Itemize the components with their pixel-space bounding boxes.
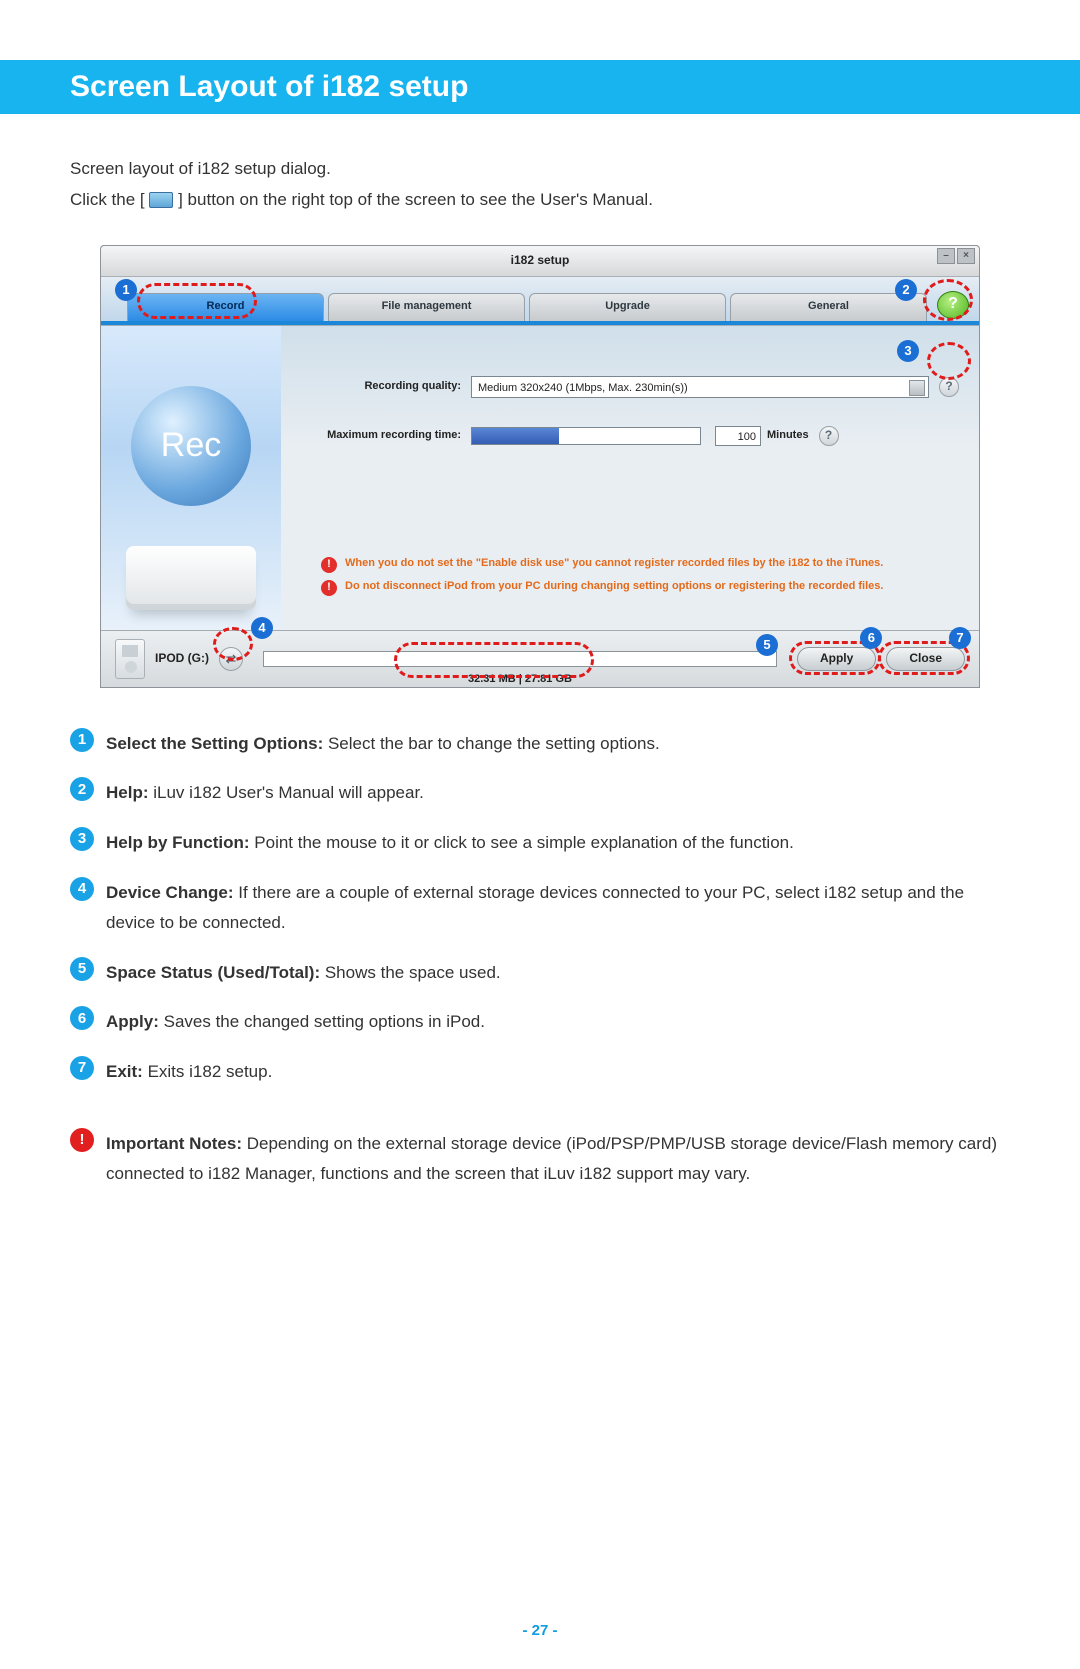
close-button[interactable]: × (957, 248, 975, 264)
legend-4-desc: If there are a couple of external storag… (106, 883, 964, 933)
main-panel: 3 Recording quality: Medium 320x240 (1Mb… (281, 326, 979, 630)
rec-indicator-icon: Rec (131, 386, 251, 506)
max-time-unit: Minutes (767, 426, 809, 446)
space-gauge: 5 32.31 MB | 27.81 GB (263, 651, 777, 667)
warning-2: Do not disconnect iPod from your PC duri… (345, 579, 883, 596)
help-mini-icon (149, 192, 173, 208)
warning-icon: ! (321, 580, 337, 596)
max-time-slider[interactable] (471, 427, 701, 445)
highlight-quality-help (927, 342, 971, 380)
legend-num-3: 3 (70, 827, 94, 851)
legend-3-title: Help by Function: (106, 833, 250, 852)
legend-1-title: Select the Setting Options: (106, 734, 323, 753)
legend-6-title: Apply: (106, 1012, 159, 1031)
legend-num-2: 2 (70, 777, 94, 801)
legend-important-title: Important Notes: (106, 1134, 242, 1153)
section-header: Screen Layout of i182 setup (0, 60, 1080, 114)
highlight-help-button (923, 279, 973, 321)
quality-help-icon[interactable]: ? (939, 377, 959, 397)
callout-3: 3 (897, 340, 919, 362)
legend-4-title: Device Change: (106, 883, 234, 902)
legend-num-6: 6 (70, 1006, 94, 1030)
tab-upgrade[interactable]: Upgrade (529, 293, 726, 321)
callout-6: 6 (860, 627, 882, 649)
intro-line-2a: Click the [ (70, 190, 145, 209)
tab-file-management[interactable]: File management (328, 293, 525, 321)
legend-num-1: 1 (70, 728, 94, 752)
legend-6-desc: Saves the changed setting options in iPo… (159, 1012, 485, 1031)
legend-important-icon: ! (70, 1128, 94, 1152)
ipod-icon (115, 639, 145, 679)
legend-2-desc: iLuv i182 User's Manual will appear. (149, 783, 424, 802)
intro-text: Screen layout of i182 setup dialog. Clic… (70, 154, 1010, 215)
legend-5-desc: Shows the space used. (320, 963, 501, 982)
callout-5: 5 (756, 634, 778, 656)
warning-1: When you do not set the "Enable disk use… (345, 556, 883, 573)
max-time-label: Maximum recording time: (301, 426, 471, 446)
side-panel: Rec (101, 326, 281, 630)
page-number: - 27 - (0, 1622, 1080, 1639)
callout-4: 4 (251, 617, 273, 639)
legend-num-5: 5 (70, 957, 94, 981)
quality-label: Recording quality: (301, 377, 471, 397)
quality-dropdown[interactable]: Medium 320x240 (1Mbps, Max. 230min(s)) (471, 376, 929, 398)
callout-7: 7 (949, 627, 971, 649)
max-time-help-icon[interactable]: ? (819, 426, 839, 446)
legend-3-desc: Point the mouse to it or click to see a … (250, 833, 794, 852)
window-title: i182 setup (511, 253, 570, 267)
app-window: i182 setup – × 1 2 Record File managemen… (100, 245, 980, 688)
dock-image-icon (126, 546, 256, 610)
warning-icon: ! (321, 557, 337, 573)
intro-line-2b: ] button on the right top of the screen … (178, 190, 653, 209)
legend-1-desc: Select the bar to change the setting opt… (323, 734, 659, 753)
legend-num-4: 4 (70, 877, 94, 901)
legend-num-7: 7 (70, 1056, 94, 1080)
minimize-button[interactable]: – (937, 248, 955, 264)
titlebar: i182 setup – × (101, 246, 979, 277)
legend: 1 Select the Setting Options: Select the… (70, 728, 1010, 1190)
highlight-device-change (213, 627, 253, 661)
intro-line-1: Screen layout of i182 setup dialog. (70, 154, 1010, 185)
legend-2-title: Help: (106, 783, 149, 802)
highlight-record-tab (137, 283, 257, 319)
legend-5-title: Space Status (Used/Total): (106, 963, 320, 982)
section-title: Screen Layout of i182 setup (70, 70, 1010, 104)
max-time-value[interactable]: 100 (715, 426, 761, 446)
legend-7-title: Exit: (106, 1062, 143, 1081)
callout-2: 2 (895, 279, 917, 301)
device-label: IPOD (G:) (155, 648, 209, 670)
highlight-space-status (394, 642, 594, 678)
callout-1: 1 (115, 279, 137, 301)
legend-7-desc: Exits i182 setup. (143, 1062, 272, 1081)
